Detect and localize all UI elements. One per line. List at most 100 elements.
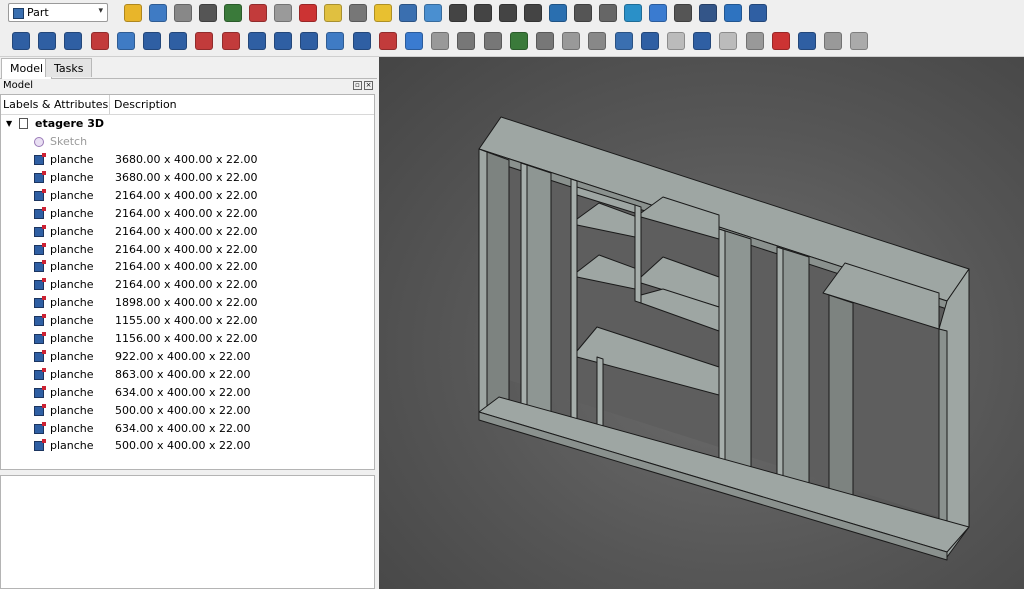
- torus-icon[interactable]: [116, 32, 135, 50]
- model-panel-header: Model ▫ ×: [0, 79, 375, 93]
- mass2-icon[interactable]: [474, 4, 492, 22]
- fit-icon[interactable]: [424, 4, 442, 22]
- close-icon[interactable]: ×: [364, 81, 373, 90]
- tree-item-planche[interactable]: planche 863.00 x 400.00 x 22.00: [1, 366, 374, 384]
- tube-icon[interactable]: [143, 32, 161, 50]
- tree-item-description: 863.00 x 400.00 x 22.00: [115, 367, 251, 381]
- loft-icon[interactable]: [431, 32, 450, 50]
- no-icon[interactable]: [399, 4, 417, 22]
- measure-icon[interactable]: [349, 4, 367, 22]
- mass4-icon[interactable]: [524, 4, 542, 22]
- defeat-icon[interactable]: [850, 32, 869, 50]
- clipboard-icon[interactable]: [574, 4, 592, 22]
- chamfer-icon[interactable]: [352, 32, 371, 50]
- tree-item-sketch[interactable]: Sketch: [1, 133, 374, 151]
- cylinder-icon[interactable]: [38, 32, 57, 50]
- tree-item-description: 634.00 x 400.00 x 22.00: [115, 421, 251, 435]
- cube-icon[interactable]: [274, 4, 292, 22]
- fuse-icon[interactable]: [693, 32, 712, 50]
- mirror-icon[interactable]: [300, 32, 319, 50]
- tree-item-planche[interactable]: planche 3680.00 x 400.00 x 22.00: [1, 169, 374, 187]
- tree-item-planche[interactable]: planche 2164.00 x 400.00 x 22.00: [1, 241, 374, 259]
- boolean-icon[interactable]: [640, 32, 659, 50]
- mass-icon[interactable]: [449, 4, 467, 22]
- box-icon[interactable]: [12, 32, 30, 50]
- tree-item-planche[interactable]: planche 1156.00 x 400.00 x 22.00: [1, 330, 374, 348]
- grid-icon[interactable]: [674, 4, 692, 22]
- delete-icon[interactable]: [299, 4, 317, 22]
- tree-item-planche[interactable]: planche 922.00 x 400.00 x 22.00: [1, 348, 374, 366]
- expand-arrow-icon[interactable]: ▼: [6, 115, 12, 133]
- tree-item-planche[interactable]: planche 634.00 x 400.00 x 22.00: [1, 384, 374, 402]
- splitter-handle[interactable]: [0, 471, 375, 474]
- tree-item-description: 3680.00 x 400.00 x 22.00: [115, 170, 258, 184]
- builder-icon[interactable]: [195, 32, 214, 50]
- new-part-icon[interactable]: [124, 4, 142, 22]
- tree-item-planche[interactable]: planche 634.00 x 400.00 x 22.00: [1, 420, 374, 438]
- primitives-icon[interactable]: [169, 32, 188, 50]
- column-description[interactable]: Description: [114, 98, 177, 111]
- part-toolbar: [0, 28, 1024, 57]
- refresh-icon[interactable]: [249, 4, 267, 22]
- tip-icon[interactable]: [699, 4, 717, 22]
- open-icon[interactable]: [149, 4, 167, 22]
- sketch-icon[interactable]: [221, 32, 240, 50]
- connect-icon[interactable]: [649, 4, 667, 22]
- tree-item-planche[interactable]: planche 2164.00 x 400.00 x 22.00: [1, 276, 374, 294]
- face-icon[interactable]: [378, 32, 397, 50]
- tree-item-planche[interactable]: planche 500.00 x 400.00 x 22.00: [1, 402, 374, 420]
- tree-item-planche[interactable]: planche 2164.00 x 400.00 x 22.00: [1, 223, 374, 241]
- revolve-icon[interactable]: [274, 32, 292, 50]
- tree-item-description: 2164.00 x 400.00 x 22.00: [115, 242, 258, 256]
- part-box-icon: [34, 403, 46, 416]
- macro-icon[interactable]: [199, 4, 217, 22]
- tree-item-description: 2164.00 x 400.00 x 22.00: [115, 224, 258, 238]
- checklist-icon[interactable]: [549, 4, 567, 22]
- cut-icon[interactable]: [374, 4, 392, 22]
- arrow-icon[interactable]: [624, 4, 642, 22]
- workbench-selector[interactable]: Part ▾: [8, 3, 108, 22]
- sweep-icon[interactable]: [457, 32, 476, 50]
- part-box-icon: [34, 349, 46, 362]
- cut2-icon[interactable]: [667, 32, 685, 50]
- import-icon[interactable]: [174, 4, 192, 22]
- tree-item-planche[interactable]: planche 2164.00 x 400.00 x 22.00: [1, 187, 374, 205]
- mass3-icon[interactable]: [499, 4, 517, 22]
- column-divider[interactable]: [109, 95, 110, 114]
- compound-icon[interactable]: [614, 32, 633, 50]
- projection-icon[interactable]: [588, 32, 607, 50]
- tree-item-planche[interactable]: planche 2164.00 x 400.00 x 22.00: [1, 258, 374, 276]
- fillet-icon[interactable]: [326, 32, 345, 50]
- check-icon[interactable]: [824, 32, 843, 50]
- tree-item-description: 2164.00 x 400.00 x 22.00: [115, 188, 258, 202]
- offset-icon[interactable]: [536, 32, 554, 50]
- column-labels[interactable]: Labels & Attributes: [3, 98, 108, 111]
- axo-icon[interactable]: [324, 4, 342, 22]
- std-view-icon[interactable]: [224, 4, 242, 22]
- slice-icon[interactable]: [771, 32, 790, 50]
- clamp-icon[interactable]: [599, 4, 617, 22]
- part-box-icon: [34, 367, 46, 380]
- tab-tasks[interactable]: Tasks: [45, 58, 93, 77]
- common-icon[interactable]: [719, 32, 738, 50]
- tree-item-planche[interactable]: planche 1898.00 x 400.00 x 22.00: [1, 294, 374, 312]
- tree-item-planche[interactable]: planche 2164.00 x 400.00 x 22.00: [1, 205, 374, 223]
- crosssection-icon[interactable]: [509, 32, 528, 50]
- tree-item-planche[interactable]: planche 1155.00 x 400.00 x 22.00: [1, 312, 374, 330]
- layout-icon[interactable]: [749, 4, 767, 22]
- sphere-icon[interactable]: [64, 32, 83, 50]
- help-icon[interactable]: [724, 4, 742, 22]
- union-icon[interactable]: [745, 32, 764, 50]
- section-icon[interactable]: [483, 32, 502, 50]
- float-icon[interactable]: ▫: [353, 81, 362, 90]
- 3d-viewport[interactable]: [379, 57, 1024, 589]
- extrude-icon[interactable]: [247, 32, 266, 50]
- thickness-icon[interactable]: [562, 32, 581, 50]
- split-icon[interactable]: [798, 32, 816, 50]
- tree-item-planche[interactable]: planche 500.00 x 400.00 x 22.00: [1, 437, 374, 455]
- cone-icon[interactable]: [90, 32, 109, 50]
- tree-item-planche[interactable]: planche 3680.00 x 400.00 x 22.00: [1, 151, 374, 169]
- ruled-icon[interactable]: [405, 32, 423, 50]
- tree-root[interactable]: ▼ etagere 3D: [1, 115, 374, 133]
- tree-item-label: planche: [50, 385, 94, 399]
